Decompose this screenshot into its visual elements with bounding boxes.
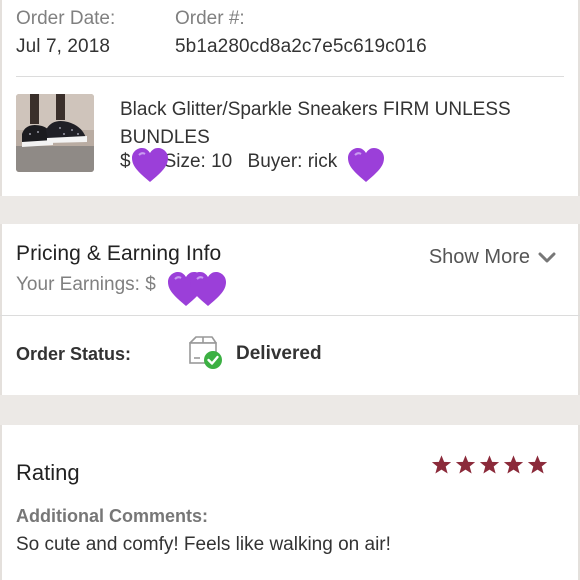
order-date-label: Order Date: — [16, 8, 116, 29]
order-header: Order Date: Jul 7, 2018 Order #: 5b1a280… — [16, 8, 566, 76]
order-number: Order #: 5b1a280cd8a2c7e5c619c016 — [175, 8, 427, 58]
order-date-value: Jul 7, 2018 — [16, 36, 111, 57]
purple-heart-icon — [190, 272, 226, 306]
delivered-box-icon — [189, 336, 222, 369]
divider — [16, 76, 564, 77]
pricing-title: Pricing & Earning Info — [16, 242, 222, 265]
rating-section: Rating Additional Comments: So cute and … — [16, 450, 564, 570]
order-number-label: Order #: — [175, 8, 245, 29]
pricing-section: Pricing & Earning Info Your Earnings: $ … — [16, 240, 564, 316]
buyer-name-prefix: Buyer: rick — [247, 151, 338, 172]
star-rating — [431, 454, 548, 475]
order-status: Order Status: Delivered — [16, 332, 564, 382]
show-more-button[interactable]: Show More — [429, 246, 556, 269]
left-border — [0, 0, 2, 580]
additional-comments-text: So cute and comfy! Feels like walking on… — [16, 534, 391, 555]
price-prefix: $ — [120, 151, 131, 172]
additional-comments-label: Additional Comments: — [16, 506, 208, 526]
show-more-label: Show More — [428, 246, 530, 268]
divider — [0, 315, 580, 316]
star-icon — [479, 455, 500, 474]
star-icon — [503, 455, 524, 474]
star-icon — [455, 455, 476, 474]
star-icon — [527, 455, 548, 474]
order-date: Order Date: Jul 7, 2018 — [16, 8, 115, 58]
your-earnings: Your Earnings: $ — [16, 274, 156, 295]
product-size: Size: 10 — [163, 151, 233, 172]
purple-heart-icon — [348, 148, 384, 182]
section-separator — [0, 395, 580, 425]
chevron-down-icon — [538, 252, 556, 262]
section-separator — [0, 196, 580, 224]
purple-heart-icon — [132, 148, 168, 182]
order-status-value: Delivered — [236, 343, 322, 364]
product-title[interactable]: Black Glitter/Sparkle Sneakers FIRM UNLE… — [120, 96, 560, 152]
star-icon — [431, 455, 452, 474]
product-summary[interactable]: Black Glitter/Sparkle Sneakers FIRM UNLE… — [16, 92, 566, 188]
order-number-value: 5b1a280cd8a2c7e5c619c016 — [175, 36, 427, 57]
rating-title: Rating — [16, 460, 80, 485]
sneaker-thumbnail[interactable] — [16, 94, 94, 172]
order-details-page: Order Date: Jul 7, 2018 Order #: 5b1a280… — [0, 0, 580, 580]
order-status-label: Order Status: — [16, 344, 132, 364]
